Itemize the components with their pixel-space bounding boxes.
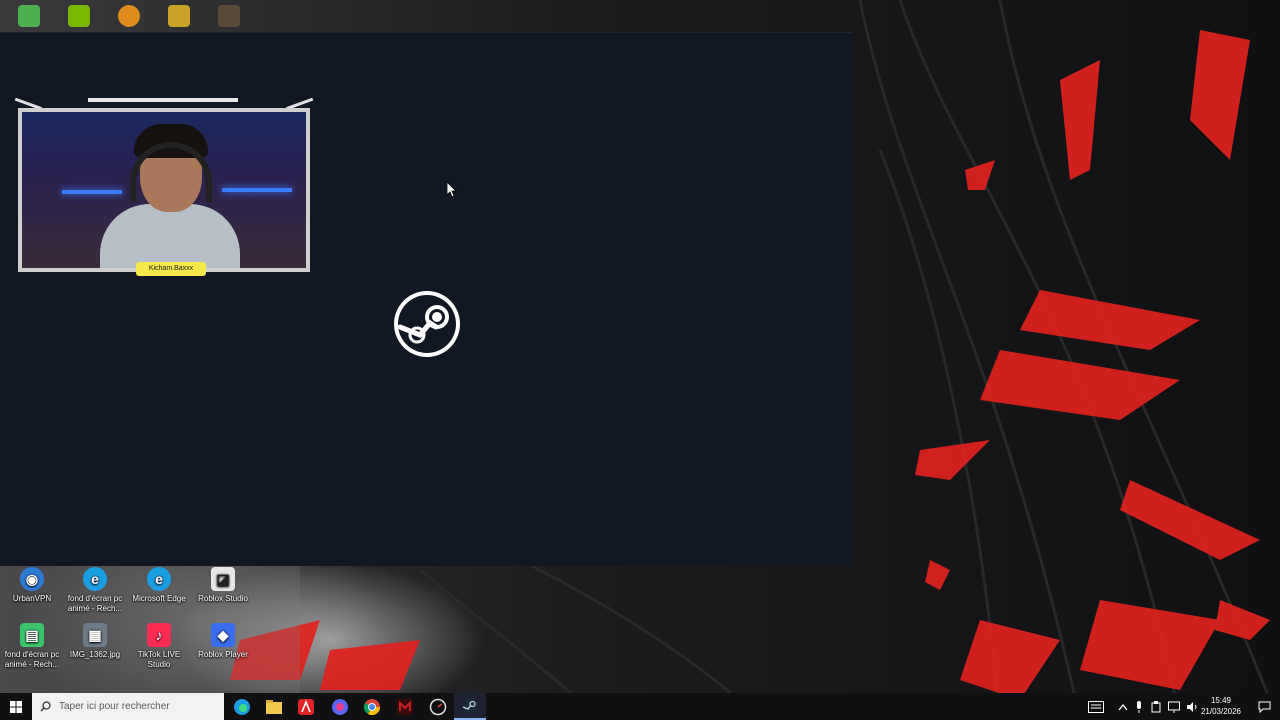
notification-center-button[interactable] (1248, 693, 1280, 720)
tiktok-icon: ♪ (147, 623, 171, 647)
streamer-name-badge: Kicham.Baxxx (136, 262, 206, 276)
neon-light (222, 188, 292, 192)
search-placeholder: Taper ici pour rechercher (59, 701, 170, 712)
clock-date: 21/03/2026 (1200, 707, 1242, 716)
desktop-icon-label: Roblox Studio (198, 594, 248, 603)
app-icon[interactable] (218, 5, 240, 27)
roblox-studio-icon: ◪ (211, 567, 235, 591)
steam-logo-icon (394, 291, 460, 357)
desktop-icon-search-doc[interactable]: ▤ fond d'écran pc animé - Rech... (0, 623, 64, 670)
network-icon[interactable] (1168, 701, 1180, 713)
desktop-icon-edge-search[interactable]: e fond d'écran pc animé - Rech... (63, 567, 127, 614)
mcafee-icon (397, 698, 413, 715)
usb-device-icon[interactable] (1151, 700, 1161, 713)
desktop-icon-label: UrbanVPN (12, 594, 52, 603)
steam-icon (462, 697, 478, 714)
nvidia-icon[interactable] (68, 5, 90, 27)
taskbar-app[interactable] (324, 693, 356, 720)
clock-time: 15:49 (1210, 696, 1232, 705)
taskbar-chrome[interactable] (356, 693, 388, 720)
edge-icon: e (147, 567, 171, 591)
bluestacks-icon[interactable] (18, 5, 40, 27)
taskbar-speedometer[interactable] (422, 693, 454, 720)
image-file-icon: ▦ (83, 623, 107, 647)
desktop-icon-label: TikTok LIVE Studio (137, 650, 181, 669)
notification-icon (1258, 701, 1270, 713)
top-desktop-icon-strip (0, 0, 338, 32)
edge-icon: e (83, 567, 107, 591)
document-icon: ▤ (20, 623, 44, 647)
mouse-cursor-icon (447, 182, 457, 198)
windows-logo-icon (10, 700, 22, 713)
start-button[interactable] (0, 693, 32, 720)
search-icon (40, 701, 51, 712)
chrome-icon (363, 698, 381, 715)
desktop-icon-tiktok-live[interactable]: ♪ TikTok LIVE Studio (127, 623, 191, 670)
speedometer-icon (429, 698, 447, 715)
taskbar: Taper ici pour rechercher 15:49 21/03/20… (0, 693, 1280, 720)
desktop-icon-roblox-studio[interactable]: ◪ Roblox Studio (191, 567, 255, 604)
desktop-icon-label: fond d'écran pc animé - Rech... (67, 594, 123, 613)
desktop-icon-label: IMG_1362.jpg (69, 650, 121, 659)
discord-like-icon (332, 698, 348, 715)
taskbar-search-box[interactable]: Taper ici pour rechercher (32, 693, 224, 720)
edge-icon (234, 698, 250, 715)
desktop-icon-img-1362[interactable]: ▦ IMG_1362.jpg (63, 623, 127, 660)
keyboard-icon[interactable] (1088, 700, 1104, 713)
chevron-up-icon[interactable] (1118, 703, 1128, 711)
taskbar-file-explorer[interactable] (258, 693, 290, 720)
desktop-icon-urbanvpn[interactable]: ◉ UrbanVPN (0, 567, 64, 604)
desktop-icon-roblox-player[interactable]: ◆ Roblox Player (191, 623, 255, 660)
desktop-icon-microsoft-edge[interactable]: e Microsoft Edge (127, 567, 191, 604)
system-tray (1088, 693, 1198, 720)
app-icon[interactable] (118, 5, 140, 27)
taskbar-adobe-acrobat[interactable] (290, 693, 322, 720)
taskbar-edge[interactable] (226, 693, 258, 720)
taskbar-clock[interactable]: 15:49 21/03/2026 (1196, 695, 1246, 717)
microphone-icon[interactable] (1135, 700, 1143, 713)
webcam-feed (18, 108, 310, 272)
urbanvpn-icon: ◉ (20, 567, 44, 591)
taskbar-steam[interactable] (454, 693, 486, 720)
webcam-overlay: Kicham.Baxxx (8, 96, 320, 282)
roblox-player-icon: ◆ (211, 623, 235, 647)
desktop-icon-label: Roblox Player (198, 650, 248, 659)
taskbar-mcafee[interactable] (389, 693, 421, 720)
desktop-icon-label: Microsoft Edge (132, 594, 186, 603)
file-explorer-icon (266, 699, 282, 714)
desktop-icon-label: fond d'écran pc animé - Rech... (4, 650, 60, 669)
app-icon[interactable] (168, 5, 190, 27)
adobe-acrobat-icon (298, 698, 314, 715)
neon-light (62, 190, 122, 194)
